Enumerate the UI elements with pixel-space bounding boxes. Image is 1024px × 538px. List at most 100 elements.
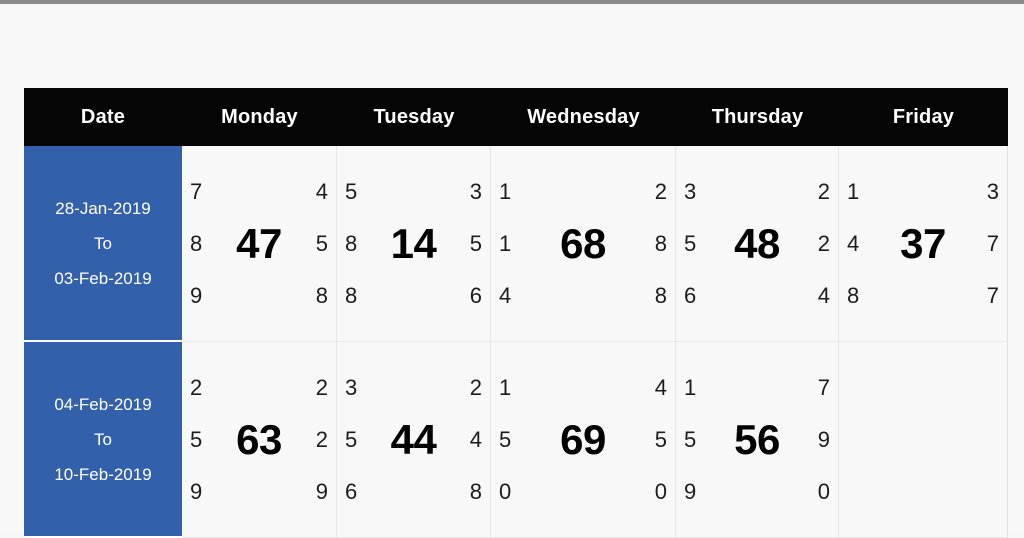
- day-cell-friday-empty[interactable]: [839, 342, 1008, 538]
- day-cell-thursday[interactable]: 1 5 9 56 7 9 0: [676, 342, 839, 538]
- center-value: 68: [560, 219, 606, 267]
- left-digits: 1 1 4: [499, 174, 511, 314]
- right-digit: 2: [315, 426, 328, 452]
- header-row: Date Monday Tuesday Wednesday Thursday F…: [24, 88, 1008, 146]
- right-digits: 7 9 0: [818, 370, 830, 510]
- left-digits: 7 8 9: [190, 174, 202, 314]
- right-digit: 6: [469, 282, 482, 308]
- page-canvas: Date Monday Tuesday Wednesday Thursday F…: [0, 4, 1024, 538]
- left-digit: 5: [684, 426, 697, 452]
- left-digits: 1 5 0: [499, 370, 511, 510]
- left-digits: 1 4 8: [847, 174, 859, 314]
- left-digit: 4: [499, 282, 512, 308]
- right-digit: 7: [817, 374, 830, 400]
- right-digit: 2: [817, 230, 830, 256]
- schedule-table: Date Monday Tuesday Wednesday Thursday F…: [24, 88, 1008, 538]
- left-digit: 5: [684, 230, 697, 256]
- right-digit: 2: [654, 178, 667, 204]
- right-digit: 2: [817, 178, 830, 204]
- column-header-wednesday[interactable]: Wednesday: [491, 88, 676, 146]
- center-value: 69: [560, 415, 606, 463]
- right-digit: 8: [469, 478, 482, 504]
- column-header-friday[interactable]: Friday: [839, 88, 1008, 146]
- schedule-table-container: Date Monday Tuesday Wednesday Thursday F…: [24, 88, 1008, 538]
- left-digit: 5: [499, 426, 512, 452]
- right-digit: 4: [469, 426, 482, 452]
- left-digit: 3: [684, 178, 697, 204]
- right-digit: 3: [986, 178, 999, 204]
- left-digit: 1: [499, 230, 512, 256]
- table-row: 04-Feb-2019 To 10-Feb-2019 2 5 9 63 2 2 …: [24, 342, 1008, 538]
- day-cell-wednesday[interactable]: 1 5 0 69 4 5 0: [491, 342, 676, 538]
- right-digit: 5: [469, 230, 482, 256]
- column-header-monday[interactable]: Monday: [182, 88, 337, 146]
- left-digits: 3 5 6: [345, 370, 357, 510]
- day-cell-thursday[interactable]: 3 5 6 48 2 2 4: [676, 146, 839, 342]
- left-digit: 4: [847, 230, 860, 256]
- left-digits: 2 5 9: [190, 370, 202, 510]
- right-digit: 8: [654, 230, 667, 256]
- table-header: Date Monday Tuesday Wednesday Thursday F…: [24, 88, 1008, 146]
- date-range-cell: 28-Jan-2019 To 03-Feb-2019: [24, 146, 182, 342]
- right-digits: 4 5 8: [316, 174, 328, 314]
- left-digit: 7: [190, 178, 203, 204]
- date-range-connector: To: [94, 429, 112, 449]
- left-digit: 1: [499, 178, 512, 204]
- left-digit: 5: [345, 178, 358, 204]
- left-digit: 1: [684, 374, 697, 400]
- right-digit: 4: [654, 374, 667, 400]
- date-range-start: 28-Jan-2019: [55, 198, 151, 218]
- right-digit: 2: [315, 374, 328, 400]
- right-digits: 4 5 0: [655, 370, 667, 510]
- right-digit: 8: [654, 282, 667, 308]
- center-value: 47: [236, 219, 282, 267]
- center-value: 48: [734, 219, 780, 267]
- left-digit: 8: [345, 282, 358, 308]
- column-header-thursday[interactable]: Thursday: [676, 88, 839, 146]
- left-digit: 9: [190, 282, 203, 308]
- left-digit: 6: [345, 478, 358, 504]
- date-range-start: 04-Feb-2019: [54, 394, 152, 414]
- left-digit: 1: [847, 178, 860, 204]
- left-digit: 8: [847, 282, 860, 308]
- right-digit: 8: [315, 282, 328, 308]
- left-digit: 9: [190, 478, 203, 504]
- day-cell-monday[interactable]: 2 5 9 63 2 2 9: [182, 342, 337, 538]
- left-digit: 5: [190, 426, 203, 452]
- right-digit: 5: [654, 426, 667, 452]
- day-cell-tuesday[interactable]: 3 5 6 44 2 4 8: [337, 342, 491, 538]
- right-digits: 2 4 8: [470, 370, 482, 510]
- left-digit: 8: [345, 230, 358, 256]
- left-digits: 3 5 6: [684, 174, 696, 314]
- right-digit: 9: [817, 426, 830, 452]
- column-header-tuesday[interactable]: Tuesday: [337, 88, 491, 146]
- left-digit: 0: [499, 478, 512, 504]
- table-body: 28-Jan-2019 To 03-Feb-2019 7 8 9 47 4 5 …: [24, 146, 1008, 538]
- day-cell-tuesday[interactable]: 5 8 8 14 3 5 6: [337, 146, 491, 342]
- right-digit: 2: [469, 374, 482, 400]
- center-value: 14: [390, 219, 437, 267]
- day-cell-friday[interactable]: 1 4 8 37 3 7 7: [839, 146, 1008, 342]
- right-digit: 0: [654, 478, 667, 504]
- left-digit: 9: [684, 478, 697, 504]
- right-digit: 9: [315, 478, 328, 504]
- left-digit: 6: [684, 282, 697, 308]
- right-digit: 4: [315, 178, 328, 204]
- column-header-date[interactable]: Date: [24, 88, 182, 146]
- date-range-cell: 04-Feb-2019 To 10-Feb-2019: [24, 342, 182, 538]
- table-row: 28-Jan-2019 To 03-Feb-2019 7 8 9 47 4 5 …: [24, 146, 1008, 342]
- right-digit: 5: [315, 230, 328, 256]
- right-digit: 4: [817, 282, 830, 308]
- right-digits: 3 5 6: [470, 174, 482, 314]
- right-digits: 2 8 8: [655, 174, 667, 314]
- right-digit: 3: [469, 178, 482, 204]
- left-digit: 8: [190, 230, 203, 256]
- center-value: 37: [900, 219, 946, 267]
- right-digit: 7: [986, 282, 999, 308]
- left-digits: 5 8 8: [345, 174, 357, 314]
- left-digit: 2: [190, 374, 203, 400]
- date-range-end: 03-Feb-2019: [54, 268, 152, 288]
- right-digits: 2 2 9: [316, 370, 328, 510]
- day-cell-monday[interactable]: 7 8 9 47 4 5 8: [182, 146, 337, 342]
- day-cell-wednesday[interactable]: 1 1 4 68 2 8 8: [491, 146, 676, 342]
